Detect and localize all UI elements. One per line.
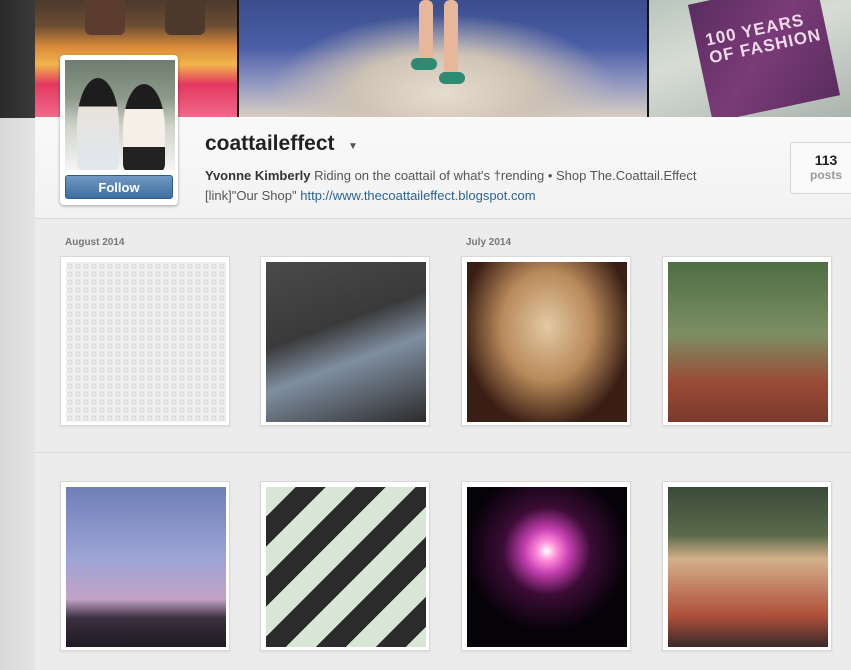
leg-shape — [419, 0, 433, 60]
avatar-card: Follow — [60, 55, 178, 205]
follow-button[interactable]: Follow — [65, 175, 173, 199]
cover-photo-book: 100 YEARS OF FASHION — [649, 0, 851, 117]
bio-names: Yvonne Kimberly — [205, 168, 311, 183]
bio: Yvonne Kimberly Riding on the coattail o… — [205, 166, 765, 206]
month-label: August 2014 — [65, 237, 125, 248]
statement-necklace-photo — [467, 262, 627, 422]
row-divider — [35, 452, 851, 453]
moon-crowd-photo — [66, 487, 226, 647]
photo-tile[interactable] — [461, 256, 631, 426]
posts-counter[interactable]: 113 posts — [790, 142, 851, 194]
posts-label: posts — [809, 168, 842, 182]
necklace-photo — [66, 262, 226, 422]
watch-shoes-photo — [266, 262, 426, 422]
avatar[interactable] — [65, 60, 175, 170]
month-label: July 2014 — [466, 237, 512, 248]
posts-count: 113 — [814, 152, 838, 168]
photo-tile[interactable] — [60, 256, 230, 426]
photo-tile[interactable] — [662, 256, 832, 426]
username: coattaileffect — [205, 132, 335, 155]
leg-shape — [444, 0, 458, 75]
person-shape — [77, 78, 119, 170]
photo-tile[interactable] — [461, 481, 631, 651]
bio-link-prefix: [link]"Our Shop" — [205, 188, 297, 203]
bio-url-link[interactable]: http://www.thecoattaileffect.blogspot.co… — [300, 188, 535, 203]
book-shape: 100 YEARS OF FASHION — [687, 0, 841, 117]
drink-bottle-photo — [266, 487, 426, 647]
book-title: 100 YEARS OF FASHION — [703, 10, 823, 68]
cover-photo-legs — [239, 0, 647, 117]
photo-tile[interactable] — [662, 481, 832, 651]
selfie-photo — [668, 487, 828, 647]
sidebar-edge — [0, 118, 35, 670]
sandal-shape — [439, 72, 465, 84]
person-shape — [123, 84, 165, 170]
photo-tile[interactable] — [260, 256, 430, 426]
ankle-boots-photo — [668, 262, 828, 422]
photo-tile[interactable] — [60, 481, 230, 651]
chevron-down-icon[interactable]: ▼ — [348, 141, 358, 152]
bio-text: Riding on the coattail of what's †rendin… — [314, 168, 697, 183]
photo-tile[interactable] — [260, 481, 430, 651]
fireworks-photo — [467, 487, 627, 647]
sandal-shape — [411, 58, 437, 70]
